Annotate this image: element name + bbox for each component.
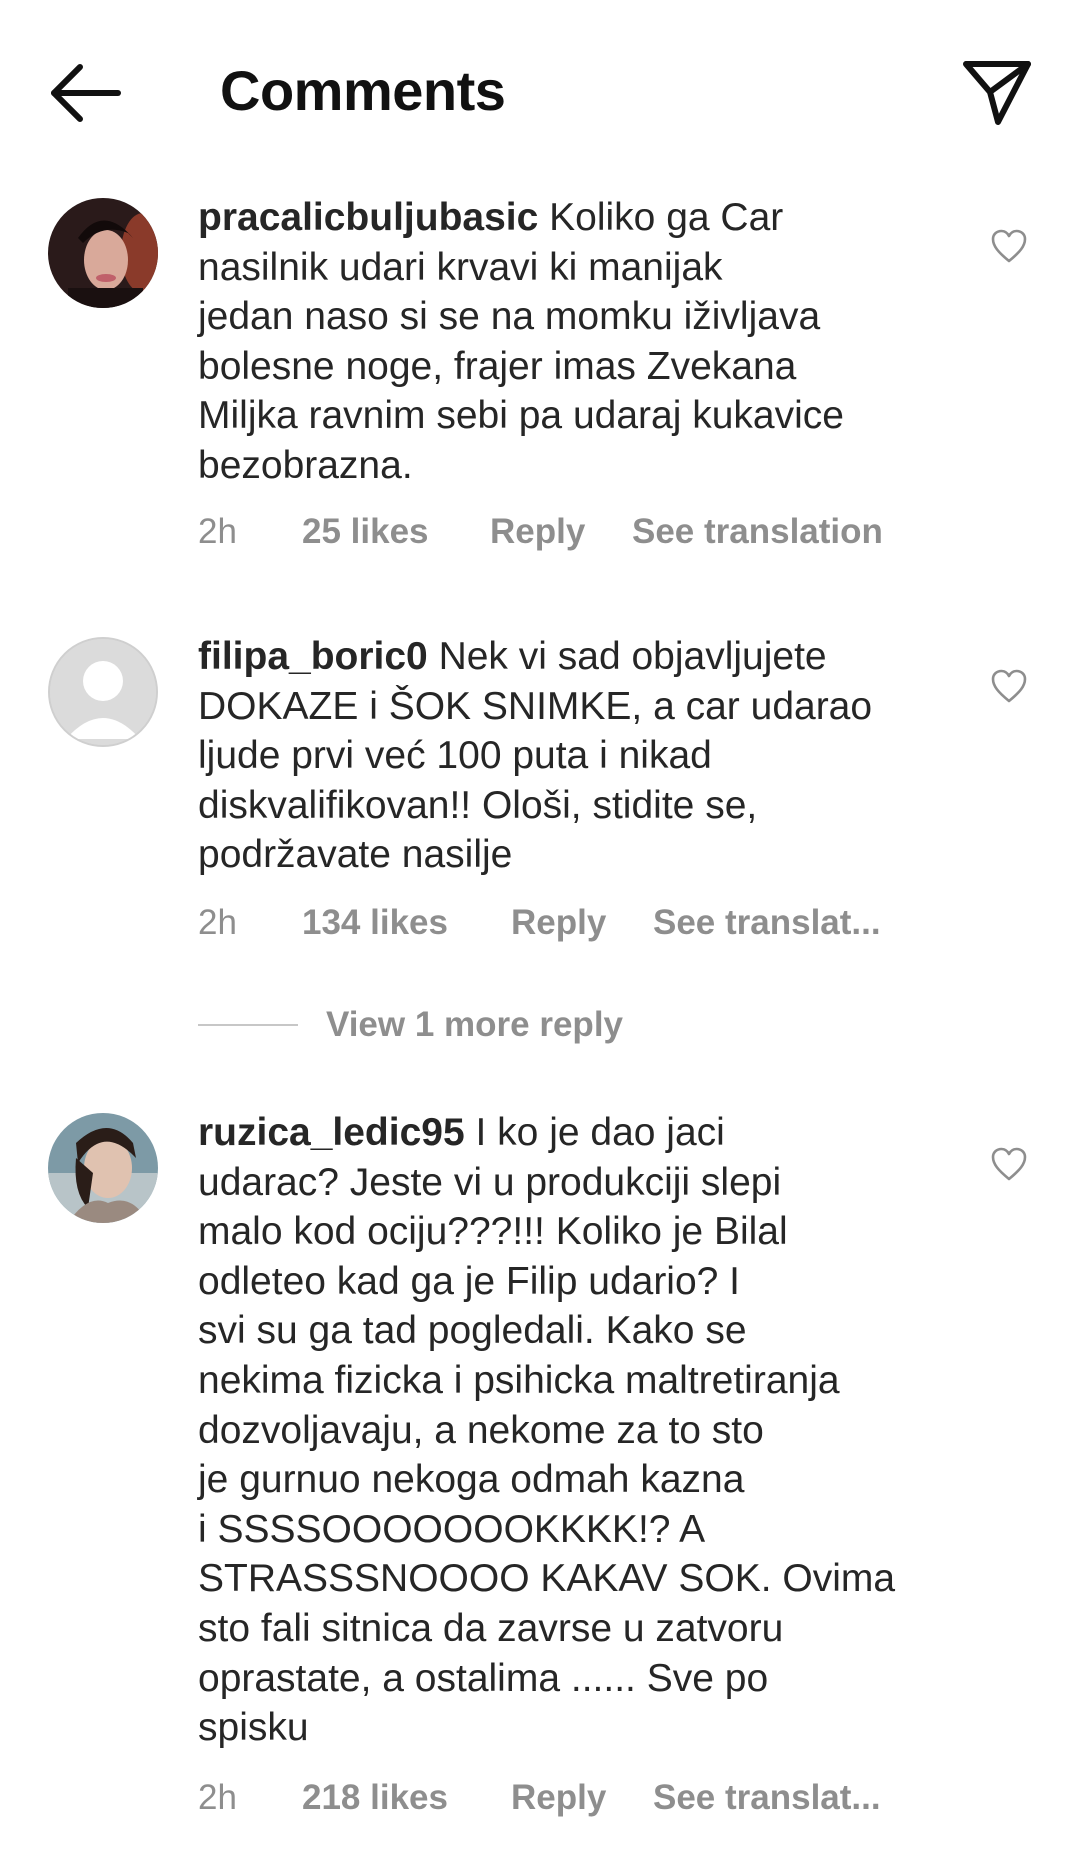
like-button[interactable] bbox=[990, 668, 1028, 704]
likes-count[interactable]: 25 likes bbox=[302, 510, 429, 554]
comment-time: 2h bbox=[198, 512, 237, 551]
back-button[interactable] bbox=[46, 58, 126, 128]
see-translation-button[interactable]: See translat... bbox=[653, 901, 881, 945]
see-translation-button[interactable]: See translation bbox=[632, 510, 883, 554]
avatar[interactable] bbox=[48, 637, 158, 747]
share-button[interactable] bbox=[956, 52, 1036, 132]
like-button[interactable] bbox=[990, 1146, 1028, 1182]
send-icon bbox=[963, 61, 1031, 125]
comment-username[interactable]: ruzica_ledic95 bbox=[198, 1111, 465, 1154]
view-more-replies-label: View 1 more reply bbox=[326, 1005, 624, 1044]
avatar[interactable] bbox=[48, 198, 158, 308]
comment-text: I ko je dao jaci udarac? Jeste vi u prod… bbox=[198, 1111, 896, 1750]
default-avatar-icon bbox=[50, 639, 156, 745]
heart-icon bbox=[991, 669, 1027, 703]
header-bar: Comments bbox=[0, 0, 1080, 180]
user-photo-icon bbox=[48, 198, 158, 308]
comment-body: filipa_boric0 Nek vi sad objavljujete DO… bbox=[198, 632, 948, 880]
user-photo-icon bbox=[48, 1113, 158, 1223]
heart-icon bbox=[991, 1147, 1027, 1181]
comment-body: ruzica_ledic95 I ko je dao jaci udarac? … bbox=[198, 1108, 948, 1753]
reply-button[interactable]: Reply bbox=[511, 901, 606, 945]
arrow-left-icon bbox=[51, 64, 121, 122]
comment-body: pracalicbuljubasic Koliko ga Car nasilni… bbox=[198, 193, 948, 491]
comment-time: 2h bbox=[198, 903, 237, 942]
like-button[interactable] bbox=[990, 228, 1028, 264]
likes-count[interactable]: 218 likes bbox=[302, 1776, 448, 1820]
heart-icon bbox=[991, 229, 1027, 263]
see-translation-button[interactable]: See translat... bbox=[653, 1776, 881, 1820]
comment-username[interactable]: pracalicbuljubasic bbox=[198, 196, 538, 239]
reply-button[interactable]: Reply bbox=[511, 1776, 606, 1820]
reply-button[interactable]: Reply bbox=[490, 510, 585, 554]
comment-time: 2h bbox=[198, 1778, 237, 1817]
reply-divider bbox=[198, 1024, 298, 1026]
avatar[interactable] bbox=[48, 1113, 158, 1223]
comment-username[interactable]: filipa_boric0 bbox=[198, 635, 428, 678]
likes-count[interactable]: 134 likes bbox=[302, 901, 448, 945]
comment-text: Koliko ga Car nasilnik udari krvavi ki m… bbox=[198, 196, 844, 487]
page-title: Comments bbox=[220, 59, 506, 122]
